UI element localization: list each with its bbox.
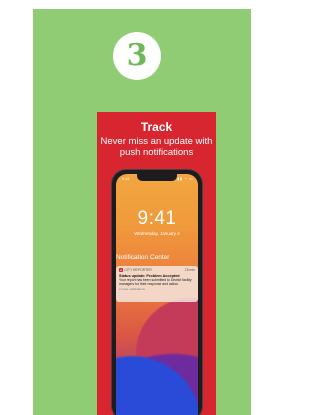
card-subtitle-line2: push notifications — [119, 147, 194, 158]
status-time: 9:41 — [122, 176, 130, 181]
phone-notch — [137, 174, 177, 181]
notification-more: 2 more notifications — [119, 287, 146, 292]
phone-screen: 9:41 ▮▮ ◔ ▭ 9:41 Wednesday, January 4 No… — [116, 174, 198, 415]
app-icon: ● — [119, 267, 123, 272]
status-icons: ▮▮ ◔ ▭ — [177, 176, 193, 181]
lock-screen-date: Wednesday, January 4 — [134, 231, 180, 236]
card-title: Track — [140, 120, 173, 134]
notification-app-name: CITY REPORTER — [124, 268, 152, 272]
step-number-badge: 3 — [113, 32, 161, 80]
card-subtitle: Never miss an update with push notificat… — [97, 136, 216, 158]
notification-header: ● CITY REPORTER 15 min — [119, 268, 195, 272]
notification-time: 15 min — [184, 268, 195, 272]
card-subtitle-line1: Never miss an update with — [100, 136, 213, 147]
notification-title: Status update: Problem Accepted — [119, 273, 180, 278]
phone-mockup: 9:41 ▮▮ ◔ ▭ 9:41 Wednesday, January 4 No… — [112, 170, 202, 415]
lock-screen-time: 9:41 — [137, 208, 177, 229]
step-number: 3 — [126, 38, 148, 73]
notification-body: Your report has been submitted to Distri… — [119, 278, 192, 287]
notification-center-title: Notification Center — [116, 254, 170, 261]
notification-app: ● CITY REPORTER — [119, 268, 152, 272]
notification-card[interactable]: ● CITY REPORTER 15 min Status update: Pr… — [116, 266, 198, 302]
feature-card: Track Never miss an update with push not… — [97, 112, 216, 415]
